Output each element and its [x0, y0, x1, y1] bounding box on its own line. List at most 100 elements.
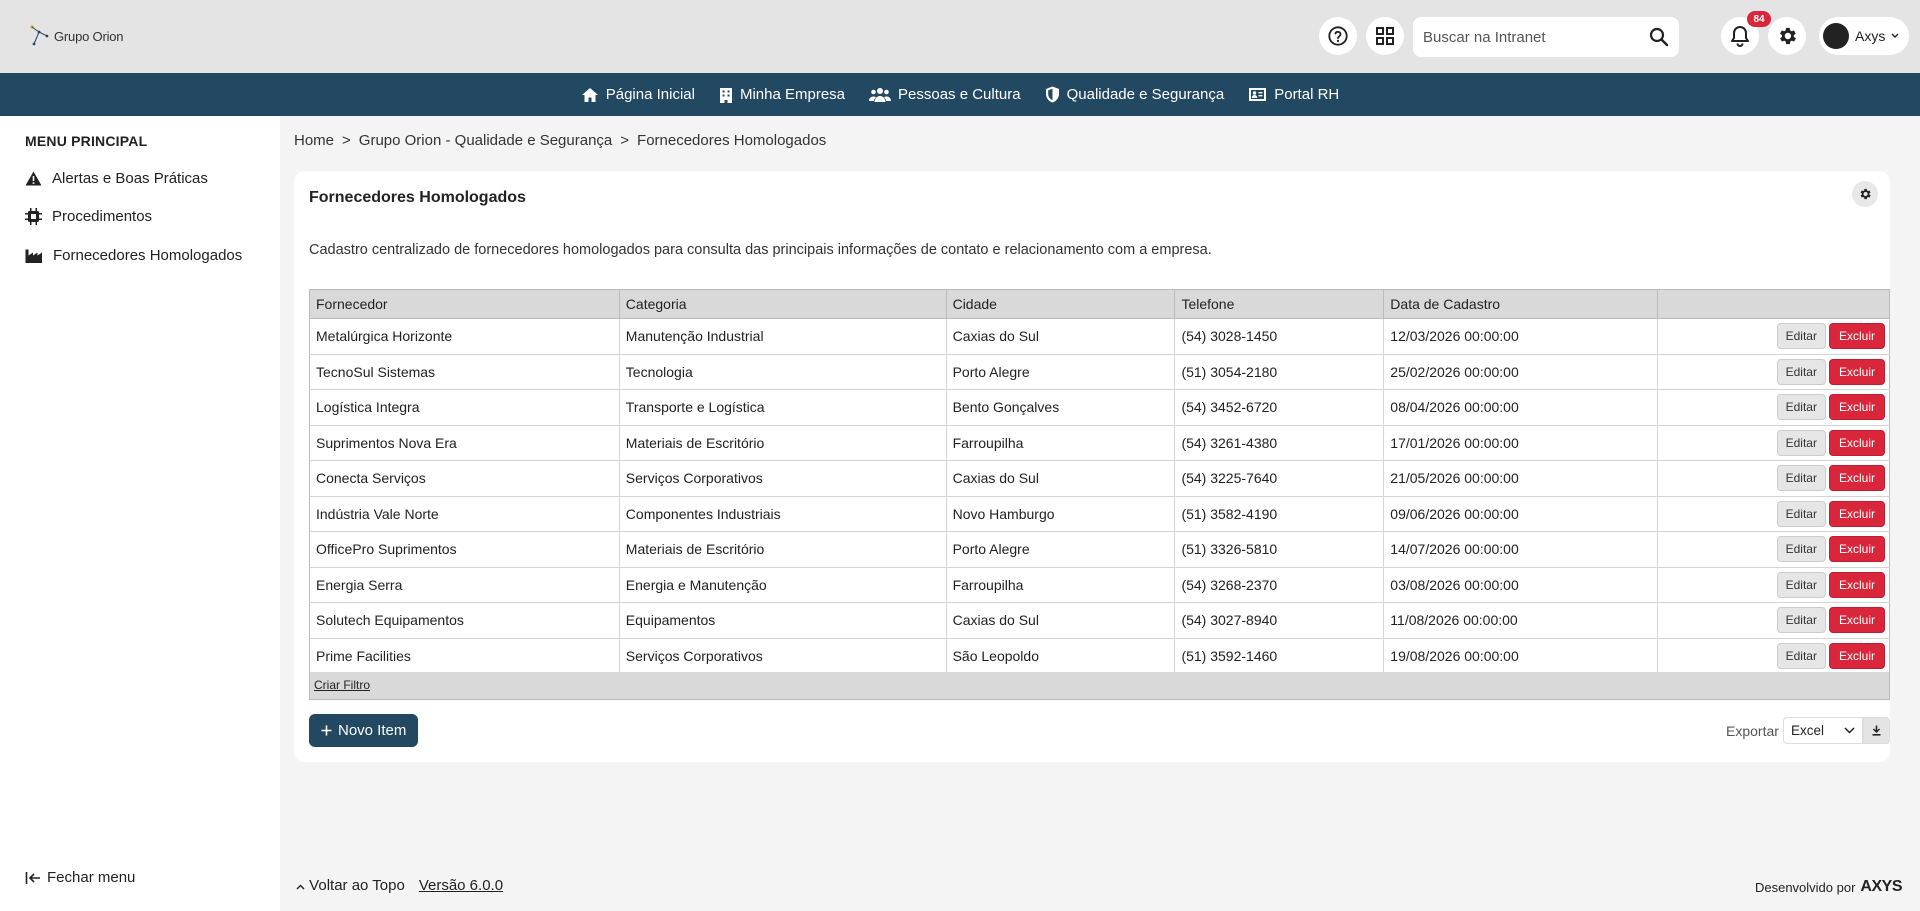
version-link[interactable]: Versão 6.0.0	[419, 877, 503, 894]
cell-categoria: Materiais de Escritório	[619, 531, 947, 568]
edit-button[interactable]: Editar	[1776, 607, 1826, 634]
nav-item-pagina-inicial[interactable]: Página Inicial	[581, 86, 695, 103]
content-card: Fornecedores Homologados Cadastro centra…	[294, 171, 1890, 762]
cell-cidade: Porto Alegre	[946, 354, 1176, 390]
delete-button[interactable]: Excluir	[1828, 571, 1885, 598]
cell-cidade: Caxias do Sul	[946, 602, 1176, 639]
breadcrumb-home[interactable]: Home	[294, 132, 334, 149]
cell-fornecedor: OfficePro Suprimentos	[309, 531, 620, 568]
cell-categoria: Tecnologia	[619, 354, 947, 390]
settings-button[interactable]	[1768, 17, 1806, 55]
gear-icon	[1860, 188, 1871, 200]
cell-fornecedor: Conecta Serviços	[309, 460, 620, 497]
edit-button[interactable]: Editar	[1776, 394, 1826, 421]
nav-item-label: Portal RH	[1274, 86, 1340, 103]
close-menu-button[interactable]: Fechar menu	[25, 869, 135, 886]
export-format-select[interactable]: Excel	[1783, 717, 1863, 744]
logo[interactable]: Grupo Orion	[28, 24, 124, 48]
create-filter-link[interactable]: Criar Filtro	[314, 678, 370, 692]
cell-data-cadastro: 08/04/2026 00:00:00	[1383, 389, 1659, 426]
nav-item-label: Qualidade e Segurança	[1066, 86, 1225, 103]
cell-data-cadastro: 21/05/2026 00:00:00	[1383, 460, 1659, 497]
sidebar: MENU PRINCIPAL Alertas e Boas Práticas P…	[0, 116, 280, 911]
column-header-cidade[interactable]: Cidade	[945, 289, 1176, 319]
cell-fornecedor: Energia Serra	[309, 567, 620, 603]
delete-button[interactable]: Excluir	[1828, 323, 1885, 350]
sidebar-item-alertas[interactable]: Alertas e Boas Práticas	[25, 170, 208, 187]
table-row: Metalúrgica Horizonte Manutenção Industri…	[309, 318, 1890, 355]
page-title: Fornecedores Homologados	[309, 189, 526, 206]
search-input[interactable]	[1423, 28, 1649, 46]
cell-data-cadastro: 17/01/2026 00:00:00	[1383, 425, 1659, 461]
sidebar-item-label: Fornecedores Homologados	[53, 247, 243, 264]
user-menu[interactable]: Axys	[1819, 17, 1909, 55]
delete-button[interactable]: Excluir	[1828, 429, 1885, 456]
back-to-top-link[interactable]: Voltar ao Topo	[296, 877, 405, 894]
cell-categoria: Energia e Manutenção	[619, 567, 947, 603]
bell-icon	[1731, 26, 1749, 47]
column-header-data-cadastro[interactable]: Data de Cadastro	[1383, 289, 1659, 319]
help-button[interactable]	[1319, 17, 1357, 55]
user-name: Axys	[1855, 28, 1886, 44]
cell-actions: Editar Excluir	[1657, 460, 1890, 497]
delete-button[interactable]: Excluir	[1828, 536, 1885, 563]
sidebar-title: MENU PRINCIPAL	[25, 133, 148, 149]
cell-telefone: (51) 3326-5810	[1174, 531, 1385, 568]
edit-button[interactable]: Editar	[1776, 465, 1826, 492]
table-row: Logística Integra Transporte e Logística B…	[309, 389, 1890, 426]
edit-button[interactable]: Editar	[1776, 571, 1826, 598]
column-header-categoria[interactable]: Categoria	[618, 289, 947, 319]
sidebar-item-fornecedores[interactable]: Fornecedores Homologados	[25, 247, 242, 264]
delete-button[interactable]: Excluir	[1828, 642, 1885, 669]
sidebar-item-label: Alertas e Boas Práticas	[52, 170, 208, 187]
new-item-button[interactable]: Novo Item	[309, 714, 419, 747]
breadcrumb: Home > Grupo Orion - Qualidade e Seguran…	[294, 132, 826, 149]
search-icon[interactable]	[1649, 27, 1669, 47]
cell-actions: Editar Excluir	[1657, 531, 1890, 568]
edit-button[interactable]: Editar	[1776, 429, 1826, 456]
delete-button[interactable]: Excluir	[1828, 500, 1885, 527]
page-description: Cadastro centralizado de fornecedores ho…	[309, 242, 1212, 258]
edit-button[interactable]: Editar	[1776, 500, 1826, 527]
breadcrumb-section[interactable]: Grupo Orion - Qualidade e Segurança	[359, 132, 612, 149]
nav-item-minha-empresa[interactable]: Minha Empresa	[719, 86, 845, 103]
edit-button[interactable]: Editar	[1776, 536, 1826, 563]
cell-telefone: (51) 3582-4190	[1174, 496, 1385, 532]
export-download-button[interactable]	[1863, 717, 1890, 744]
delete-button[interactable]: Excluir	[1828, 358, 1885, 385]
cell-data-cadastro: 09/06/2026 00:00:00	[1383, 496, 1659, 532]
table-row: Solutech Equipamentos Equipamentos Caxias …	[309, 602, 1890, 639]
edit-button[interactable]: Editar	[1776, 323, 1826, 350]
nav-item-qualidade-seguranca[interactable]: Qualidade e Segurança	[1045, 86, 1225, 103]
cell-data-cadastro: 03/08/2026 00:00:00	[1383, 567, 1659, 603]
sidebar-item-procedimentos[interactable]: Procedimentos	[25, 208, 152, 225]
cell-telefone: (54) 3028-1450	[1174, 318, 1385, 355]
column-header-telefone[interactable]: Telefone	[1174, 289, 1385, 319]
nav-item-portal-rh[interactable]: Portal RH	[1248, 86, 1339, 103]
cell-actions: Editar Excluir	[1657, 567, 1890, 603]
cell-telefone: (51) 3054-2180	[1174, 354, 1385, 390]
cell-fornecedor: Suprimentos Nova Era	[309, 425, 620, 461]
card-settings-button[interactable]	[1852, 181, 1878, 207]
question-circle-icon	[1328, 26, 1348, 46]
cell-actions: Editar Excluir	[1657, 602, 1890, 639]
export-format-value: Excel	[1791, 723, 1825, 738]
new-item-label: Novo Item	[338, 722, 407, 739]
edit-button[interactable]: Editar	[1776, 642, 1826, 669]
column-header-fornecedor[interactable]: Fornecedor	[309, 289, 620, 319]
nav-item-pessoas-cultura[interactable]: Pessoas e Cultura	[869, 86, 1021, 103]
cell-actions: Editar Excluir	[1657, 318, 1890, 355]
edit-button[interactable]: Editar	[1776, 358, 1826, 385]
cell-data-cadastro: 19/08/2026 00:00:00	[1383, 638, 1659, 674]
apps-button[interactable]	[1366, 17, 1404, 55]
main-nav: Página Inicial Minha Empresa Pessoas e C…	[0, 73, 1920, 116]
delete-button[interactable]: Excluir	[1828, 607, 1885, 634]
table-row: Conecta Serviços Serviços Corporativos Cax…	[309, 460, 1890, 497]
developer-brand[interactable]: AXYS	[1860, 878, 1902, 896]
download-icon	[1872, 725, 1881, 736]
delete-button[interactable]: Excluir	[1828, 465, 1885, 492]
arrow-left-bar-icon	[25, 871, 40, 884]
cell-data-cadastro: 11/08/2026 00:00:00	[1383, 602, 1659, 639]
cell-actions: Editar Excluir	[1657, 389, 1890, 426]
delete-button[interactable]: Excluir	[1828, 394, 1885, 421]
